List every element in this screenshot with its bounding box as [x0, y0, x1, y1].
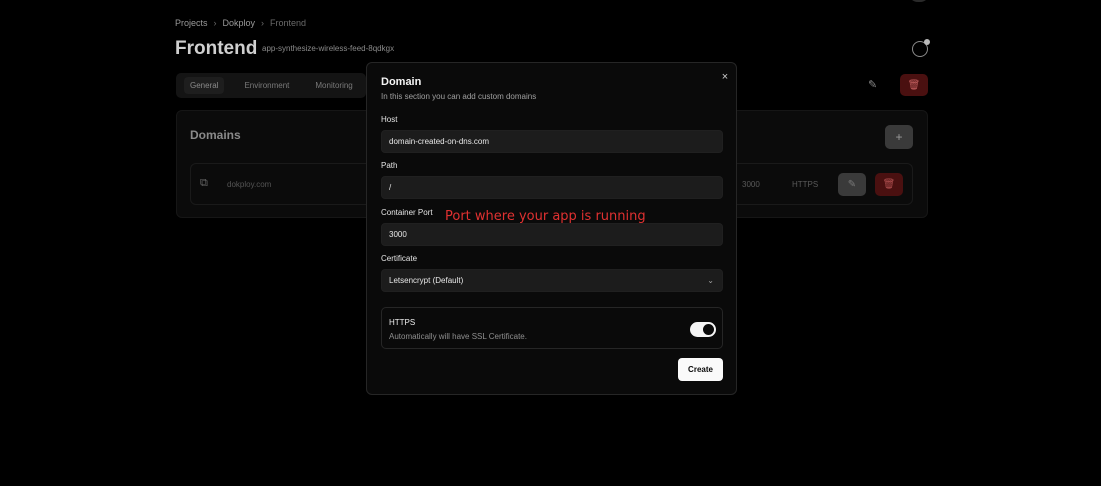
- delete-domain-button[interactable]: 🗑: [875, 173, 903, 196]
- breadcrumb-current: Frontend: [270, 18, 307, 28]
- domain-protocol: HTTPS: [792, 180, 819, 189]
- host-input[interactable]: domain-created-on-dns.com: [381, 130, 723, 153]
- certificate-label: Certificate: [381, 254, 418, 263]
- trash-icon: 🗑: [907, 79, 921, 91]
- edit-icon: ✎: [847, 179, 857, 190]
- port-annotation: Port where your app is running: [445, 209, 646, 224]
- breadcrumb-separator: ›: [213, 18, 217, 28]
- breadcrumb: Projects › Dokploy › Frontend: [175, 18, 306, 28]
- breadcrumb-projects[interactable]: Projects: [175, 18, 208, 28]
- container-port-label: Container Port: [381, 208, 433, 217]
- certificate-select[interactable]: Letsencrypt (Default) ⌄: [381, 269, 723, 292]
- trash-icon: 🗑: [882, 179, 896, 190]
- close-icon[interactable]: ×: [719, 71, 731, 83]
- domain-link[interactable]: dokploy.com: [227, 180, 271, 189]
- page-title: Frontend: [175, 38, 258, 59]
- host-label: Host: [381, 115, 398, 124]
- globe-icon[interactable]: [912, 39, 930, 57]
- add-domain-button[interactable]: +: [885, 125, 913, 149]
- user-avatar[interactable]: [908, 0, 930, 2]
- tabs-bar: General Environment Monitoring: [176, 73, 366, 98]
- domain-port: 3000: [742, 180, 760, 189]
- container-port-input[interactable]: 3000: [381, 223, 723, 246]
- notification-dot: [924, 39, 930, 45]
- https-toggle[interactable]: [690, 322, 716, 337]
- dialog-description: In this section you can add custom domai…: [381, 92, 537, 101]
- external-link-icon[interactable]: ⧉: [200, 177, 208, 190]
- https-title: HTTPS: [389, 318, 416, 327]
- domain-dialog: Domain In this section you can add custo…: [366, 62, 737, 395]
- path-input[interactable]: /: [381, 176, 723, 199]
- https-description: Automatically will have SSL Certificate.: [389, 332, 527, 341]
- domains-title: Domains: [190, 128, 241, 142]
- edit-domain-button[interactable]: ✎: [838, 173, 866, 196]
- certificate-value: Letsencrypt (Default): [389, 276, 464, 285]
- dialog-title: Domain: [381, 76, 422, 88]
- breadcrumb-separator: ›: [261, 18, 265, 28]
- tab-general[interactable]: General: [184, 77, 225, 94]
- app-name: app-synthesize-wireless-feed-8qdkgx: [262, 44, 395, 53]
- tab-monitoring[interactable]: Monitoring: [309, 77, 358, 94]
- chevron-down-icon: ⌄: [707, 276, 714, 285]
- tab-environment[interactable]: Environment: [238, 77, 295, 94]
- https-setting: HTTPS Automatically will have SSL Certif…: [381, 307, 723, 349]
- toggle-knob: [703, 324, 714, 335]
- create-button[interactable]: Create: [678, 358, 723, 381]
- path-label: Path: [381, 161, 398, 170]
- breadcrumb-project[interactable]: Dokploy: [223, 18, 256, 28]
- delete-app-button[interactable]: 🗑: [900, 74, 928, 96]
- edit-icon[interactable]: ✎: [868, 78, 884, 94]
